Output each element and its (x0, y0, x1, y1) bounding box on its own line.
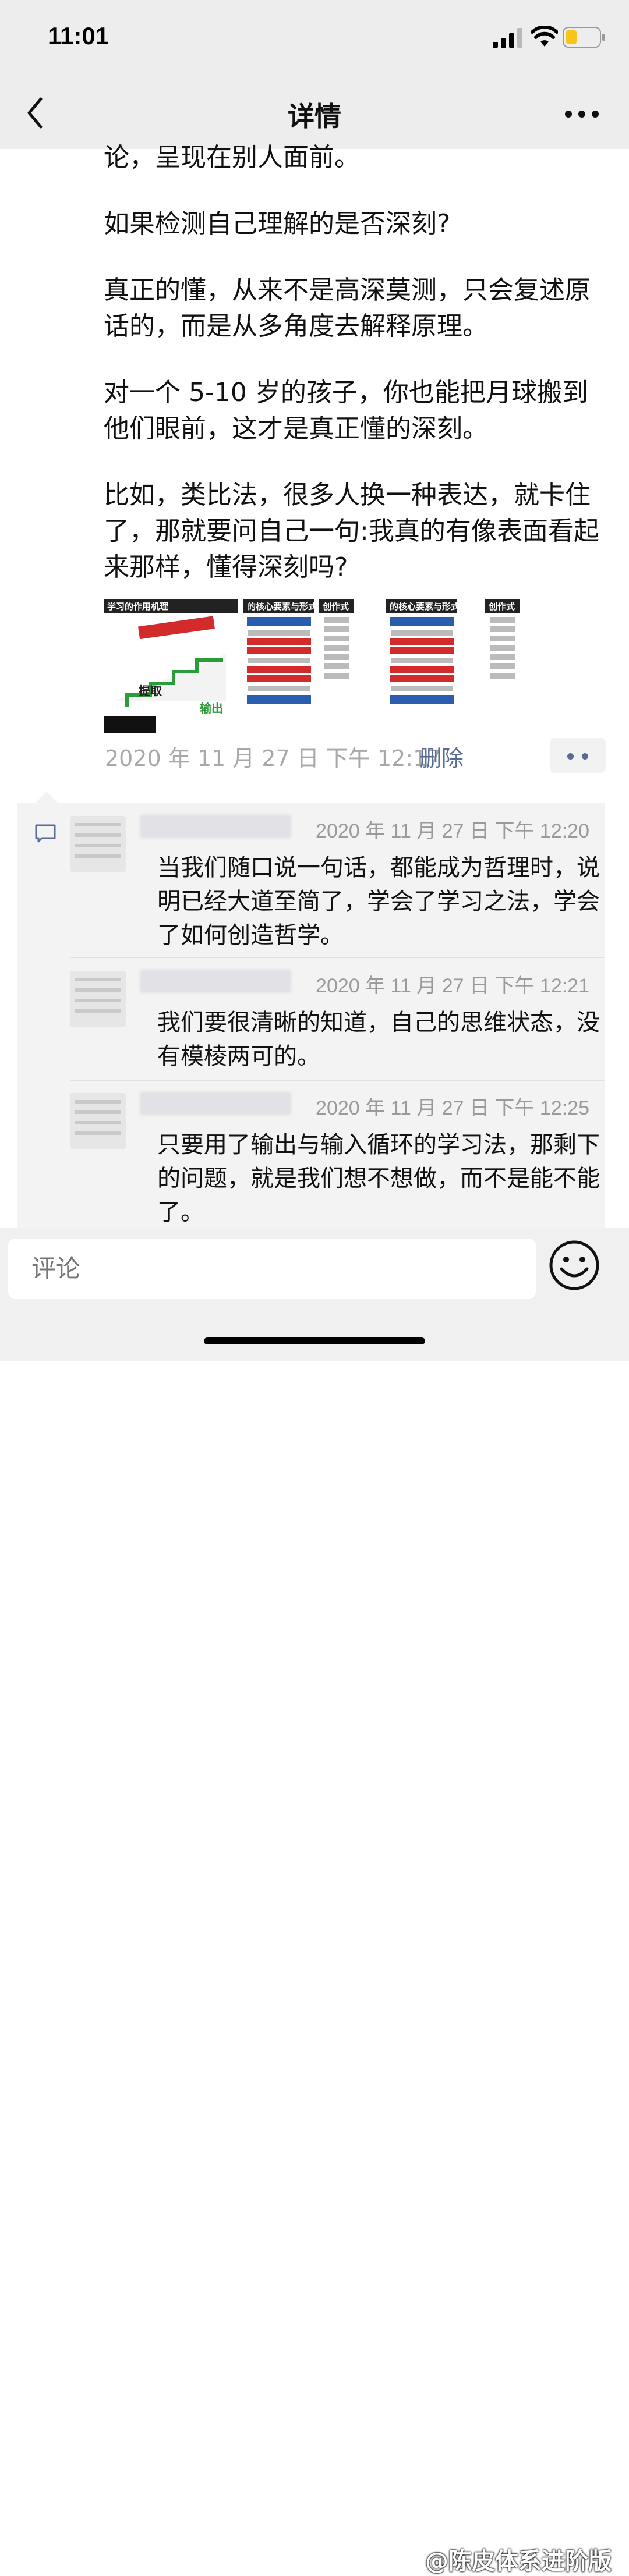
thumbnail-header: 创作式 (485, 599, 520, 613)
image-thumbnail[interactable]: 的核心要素与形式 (243, 599, 314, 733)
comment-text: 只要用了输出与输入循环的学习法，那剩下的问题，就是我们想不想做，而不是能不能了。 (157, 1131, 600, 1226)
more-icon[interactable] (564, 104, 600, 125)
comment-input[interactable] (8, 1239, 536, 1299)
page-title: 详情 (288, 101, 341, 132)
thumbnail-tag: 输出 (200, 701, 223, 715)
post-paragraph: 如果检测自己理解的是否深刻? (104, 209, 451, 239)
comments-section: 2020 年 11 月 27 日 下午 12:20 当我们随口说一句话，都能成为… (17, 792, 605, 1228)
commenter-name (140, 1092, 291, 1115)
comment-item[interactable]: 2020 年 11 月 27 日 下午 12:21 我们要很清晰的知道，自己的思… (70, 958, 600, 1074)
image-thumbnail[interactable]: 的核心要素与形式 (386, 599, 457, 733)
image-thumbnail[interactable]: 学习的作用机理 提取 输出 (104, 599, 238, 733)
watermark: @陈皮体系进阶版 (425, 2548, 612, 2575)
post-paragraph: 论，呈现在别人面前。 (104, 143, 360, 172)
post-timestamp: 2020 年 11 月 27 日 下午 12:17 (105, 746, 441, 771)
battery-icon (563, 27, 605, 48)
comment-text: 当我们随口说一句话，都能成为哲理时，说明已经大道至简了，学会了学习之法，学会了如… (157, 854, 600, 949)
thumbnail-header: 的核心要素与形式 (386, 599, 457, 613)
comment-text: 我们要很清晰的知道，自己的思维状态，没有模棱两可的。 (157, 1009, 600, 1070)
comment-timestamp: 2020 年 11 月 27 日 下午 12:20 (316, 820, 589, 842)
status-time: 11:01 (48, 22, 109, 49)
post-body: 论，呈现在别人面前。 如果检测自己理解的是否深刻? 真正的懂，从来不是高深莫测，… (104, 143, 610, 616)
delete-link[interactable]: 删除 (419, 740, 464, 772)
comment-timestamp: 2020 年 11 月 27 日 下午 12:21 (316, 975, 589, 997)
dot-icon (567, 753, 574, 760)
comment-input-bar: @陈皮体系进阶版 (0, 1228, 629, 2575)
wifi-icon (531, 26, 558, 47)
image-grid: 学习的作用机理 提取 输出 的核心要素与形式 创作式 的核心要素与形式 创作式 (104, 599, 523, 733)
post-paragraph: 真正的懂，从来不是高深莫测，只会复述原话的，而是从多角度去解释原理。 (104, 275, 591, 341)
avatar (70, 816, 126, 872)
more-actions-button[interactable] (550, 738, 606, 773)
commenter-name (140, 970, 291, 993)
avatar (70, 1093, 126, 1149)
post-paragraph: 对一个 5-10 岁的孩子，你也能把月球搬到他们眼前，这才是真正懂的深刻。 (104, 378, 588, 443)
image-thumbnail[interactable]: 创作式 (319, 599, 354, 733)
post-meta: 2020 年 11 月 27 日 下午 12:17 删除 (105, 738, 606, 775)
emoji-icon[interactable] (547, 1239, 601, 1292)
commenter-name (140, 815, 291, 838)
thumbnail-diagram: 提取 输出 (104, 616, 226, 733)
image-thumbnail[interactable]: 创作式 (485, 599, 520, 733)
avatar (70, 971, 126, 1027)
comment-item[interactable]: 2020 年 11 月 27 日 下午 12:25 只要用了输出与输入循环的学习… (70, 1080, 600, 1226)
signal-icon (493, 28, 522, 48)
thumbnail-tag: 提取 (139, 684, 162, 698)
comment-timestamp: 2020 年 11 月 27 日 下午 12:25 (316, 1097, 589, 1119)
status-bar: 11:01 (0, 0, 629, 81)
thumbnail-header: 学习的作用机理 (104, 599, 238, 613)
home-indicator[interactable] (204, 1337, 425, 1344)
nav-bar: 详情 (0, 81, 629, 149)
comment-icon (35, 824, 56, 843)
thumbnail-header: 的核心要素与形式 (243, 599, 314, 613)
post-paragraph: 比如，类比法，很多人换一种表达，就卡住了，那就要问自己一句:我真的有像表面看起来… (104, 480, 599, 582)
dot-icon (582, 753, 588, 760)
thumbnail-header: 创作式 (319, 599, 354, 613)
